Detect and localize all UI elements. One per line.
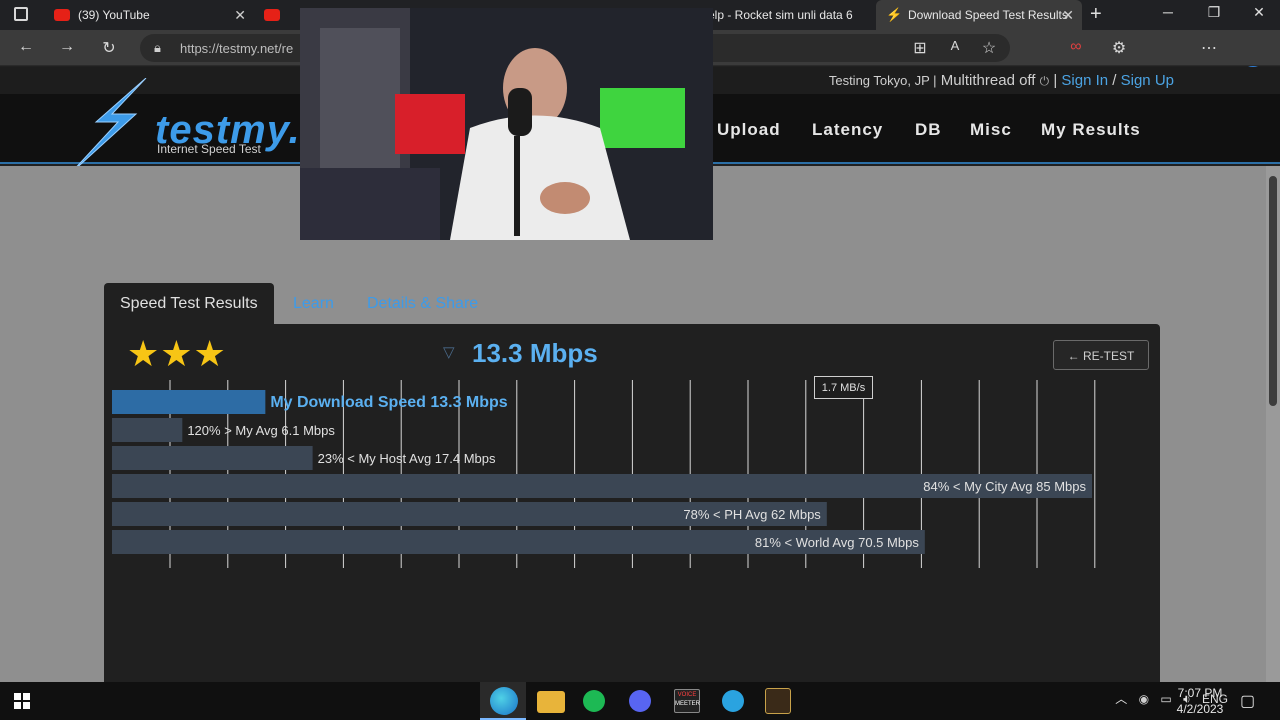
tab-rocket-sim[interactable]: elp - Rocket sim unli data 6⁠ <box>704 0 876 30</box>
read-aloud-icon[interactable]: A <box>943 38 967 53</box>
multithread-toggle[interactable]: Multithread off <box>941 72 1036 89</box>
voicemeeter-icon[interactable]: VOICE MEETER <box>674 689 700 713</box>
clock-time: 7:07 PM <box>1177 686 1223 700</box>
page-scrollbar[interactable] <box>1266 166 1280 682</box>
restore-icon[interactable]: ❐ <box>1191 4 1237 21</box>
testmy-icon: ⚡ <box>886 7 903 22</box>
chart-tooltip: 1.7 MB/s <box>814 376 873 399</box>
tab-label: elp - Rocket sim unli data 6⁠ <box>708 8 853 22</box>
nav-misc[interactable]: Misc <box>970 120 1012 140</box>
power-icon[interactable]: ⏻ <box>1040 74 1050 88</box>
tab-actions-icon[interactable] <box>14 7 28 21</box>
url-text: https://testmy.net/re <box>180 41 294 56</box>
tab-learn[interactable]: Learn <box>277 283 350 325</box>
bar-label: 78% < PH Avg 62 Mbps <box>683 507 821 522</box>
discord-icon[interactable] <box>629 690 651 712</box>
tab-download-speed[interactable]: ⚡ Download Speed Test Results ✕ <box>876 0 1082 30</box>
lightning-logo-icon[interactable] <box>66 78 156 174</box>
notification-icon[interactable]: ▢ <box>1240 691 1255 711</box>
window-close-icon[interactable]: ✕ <box>1236 4 1280 21</box>
nav-latency[interactable]: Latency <box>812 120 883 140</box>
nav-db[interactable]: DB <box>915 120 942 140</box>
more-icon[interactable]: ⋯ <box>1197 38 1221 58</box>
minimize-icon[interactable]: ─ <box>1145 4 1191 20</box>
bar-comparison[interactable] <box>112 418 183 442</box>
windows-taskbar: VOICE MEETER ︿ ◉ ▭ 🔉︎ ENG 7:07 PM 4/2/20… <box>0 682 1280 720</box>
league-icon[interactable] <box>765 688 791 714</box>
clock-date: 4/2/2023 <box>1176 702 1224 716</box>
windows-start-icon[interactable] <box>14 693 30 709</box>
close-icon[interactable]: ✕ <box>1062 7 1074 24</box>
bar-label: 23% < My Host Avg 17.4 Mbps <box>318 451 496 466</box>
taskbar-clock[interactable]: 7:07 PM 4/2/2023 <box>1170 685 1230 717</box>
tray-expand-icon[interactable]: ︿ <box>1115 692 1127 706</box>
retest-button[interactable]: ← RE-TEST <box>1053 340 1149 370</box>
back-icon[interactable]: ← <box>14 38 38 56</box>
bar-label: 120% > My Avg 6.1 Mbps <box>187 423 335 438</box>
tab-speed-test-results[interactable]: Speed Test Results <box>104 283 274 325</box>
sign-in-link[interactable]: Sign In <box>1061 72 1108 89</box>
bar-label: 84% < My City Avg 85 Mbps <box>923 479 1086 494</box>
youtube-icon <box>54 9 70 21</box>
video-overlay[interactable] <box>300 8 713 240</box>
extension-glasses-icon[interactable]: ∞ <box>1064 38 1088 56</box>
extensions-icon[interactable]: ⚙ <box>1107 38 1131 58</box>
spotify-icon[interactable] <box>583 690 605 712</box>
nav-upload[interactable]: Upload <box>717 120 781 140</box>
tab-youtube[interactable]: (39) YouTube ✕ <box>44 0 254 30</box>
youtube-icon <box>264 9 280 21</box>
close-icon[interactable]: ✕ <box>234 7 246 24</box>
logo-subtitle: Internet Speed Test <box>157 142 261 156</box>
tab-label: Download Speed Test Results <box>908 8 1068 22</box>
bar-label: My Download Speed 13.3 Mbps <box>270 394 507 411</box>
status-line: Testing Tokyo, JP | Multithread off ⏻ | … <box>828 72 1174 89</box>
download-arrow-icon: ▽ <box>443 344 455 361</box>
scrollbar-thumb[interactable] <box>1269 176 1277 406</box>
favorite-icon[interactable]: ☆ <box>977 38 1001 58</box>
voicemeeter-label-2: MEETER <box>675 701 701 707</box>
bar-label: 81% < World Avg 70.5 Mbps <box>755 535 919 550</box>
edge-icon[interactable] <box>490 687 518 715</box>
download-speed-value: 13.3 Mbps <box>472 338 598 368</box>
file-explorer-icon[interactable] <box>537 691 565 713</box>
video-frame-image <box>300 8 713 240</box>
testing-location: Testing Tokyo, JP | <box>828 73 937 88</box>
bar-my-download[interactable] <box>112 390 266 414</box>
tab-label: (39) YouTube <box>78 8 150 22</box>
voicemeeter-label: VOICE <box>677 692 697 698</box>
rating-stars: ★★★ <box>127 333 227 374</box>
lock-icon[interactable]: 🔒︎ <box>154 40 161 56</box>
speed-comparison-chart: My Download Speed 13.3 Mbps 120% > My Avg… <box>112 380 1096 568</box>
tab-details-share[interactable]: Details & Share <box>351 283 494 325</box>
bar-comparison[interactable] <box>112 446 313 470</box>
refresh-icon[interactable]: ↻ <box>97 38 121 58</box>
new-tab-icon[interactable]: + <box>1090 3 1102 26</box>
discord-tray-icon[interactable]: ◉ <box>1139 692 1149 706</box>
sign-up-link[interactable]: Sign Up <box>1121 72 1174 89</box>
telegram-icon[interactable] <box>722 690 744 712</box>
apps-icon[interactable]: ⊞ <box>908 38 932 58</box>
separator-text: / <box>1112 72 1117 89</box>
forward-icon[interactable]: → <box>55 38 79 56</box>
tab-youtube-2[interactable] <box>254 0 300 30</box>
nav-my-results[interactable]: My Results <box>1041 120 1141 140</box>
